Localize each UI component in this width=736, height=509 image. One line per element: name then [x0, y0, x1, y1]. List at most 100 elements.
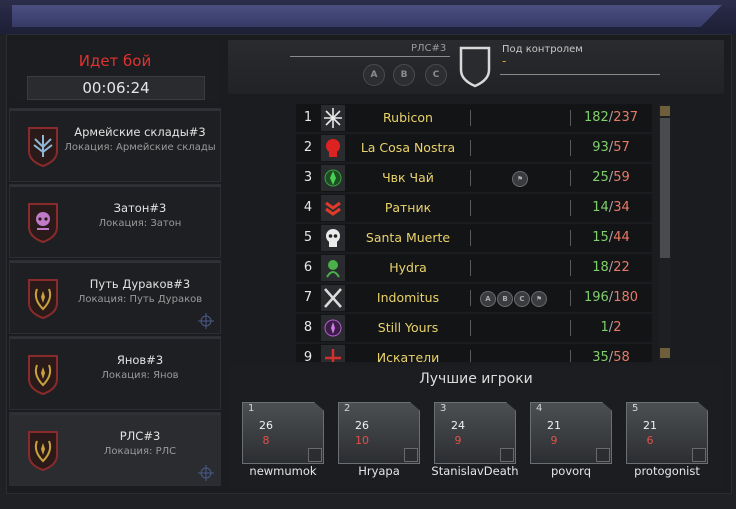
location-item[interactable]: Путь Дураков#3 Локация: Путь Дураков [9, 260, 221, 334]
clan-score: 35/58 [572, 344, 650, 362]
battle-status: Идет бой 00:06:24 [9, 40, 221, 102]
column-divider [470, 260, 471, 276]
clan-deaths: 180 [613, 290, 639, 305]
location-item[interactable]: Армейские склады#3 Локация: Армейские скл… [9, 108, 221, 182]
table-row[interactable]: 9 Искатели 35/58 [296, 344, 652, 362]
player-deaths: 9 [550, 434, 558, 447]
column-divider [470, 320, 471, 336]
table-row[interactable]: 5 Santa Muerte 15/44 [296, 224, 652, 254]
location-item[interactable]: Затон#3 Локация: Затон [9, 184, 221, 258]
skull-emblem-icon [26, 201, 60, 244]
laurel-emblem-icon [26, 429, 60, 472]
table-row[interactable]: 3 Чвк Чай ⚑ 25/59 [296, 164, 652, 194]
chevron-badge-icon [500, 448, 514, 462]
clan-rank: 7 [303, 290, 313, 305]
clan-deaths: 44 [613, 230, 630, 245]
flag-icon: ⚑ [512, 171, 528, 187]
clan-kills: 18 [592, 260, 609, 275]
wings-emblem-icon [26, 125, 60, 168]
clan-kills: 196 [583, 290, 609, 305]
clan-deaths: 57 [613, 140, 630, 155]
clan-score: 25/59 [592, 170, 630, 185]
column-divider [570, 200, 571, 216]
player-card[interactable]: 1 26 8 newmumok [242, 402, 324, 482]
skull-red-icon [321, 135, 345, 161]
divider [290, 56, 450, 57]
clan-rank: 2 [303, 140, 313, 155]
clan-rank: 8 [303, 320, 313, 335]
settings-badge-icon [308, 448, 322, 462]
table-row[interactable]: 2 La Cosa Nostra 93/57 [296, 134, 652, 164]
control-status: РЛС#3 Под контролем - A B C [228, 40, 724, 94]
player-card[interactable]: 5 21 6 protogonist [626, 402, 708, 482]
player-name: StanislavDeath [431, 464, 519, 478]
player-card[interactable]: 4 21 9 povorq [530, 402, 612, 482]
divider [500, 74, 660, 75]
crosshair-icon [198, 465, 214, 481]
control-value: - [502, 54, 507, 68]
capture-point-c-icon: C [425, 64, 447, 86]
clan-name: Чвк Чай [382, 170, 434, 185]
location-subtitle: Локация: РЛС [103, 446, 177, 457]
table-row[interactable]: 6 Hydra 18/22 [296, 254, 652, 284]
clan-name: Ратник [384, 200, 432, 215]
column-divider [470, 200, 471, 216]
scroll-thumb[interactable] [660, 118, 670, 258]
column-divider [570, 170, 571, 186]
player-name: povorq [550, 464, 591, 478]
player-card[interactable]: 3 24 9 StanislavDeath [431, 402, 519, 482]
clan-name: Hydra [389, 260, 427, 275]
capture-point-a-icon: A [363, 64, 385, 86]
clan-score: 1/2 [600, 320, 622, 335]
table-scrollbar[interactable] [659, 104, 671, 360]
capture-badge: A [480, 291, 496, 307]
clan-rank: 6 [303, 260, 313, 275]
laurel-emblem-icon [26, 277, 60, 320]
crosshair-icon [198, 313, 214, 329]
player-deaths: 9 [454, 434, 462, 447]
table-row[interactable]: 7 Indomitus A B C ⚑ 196/180 [296, 284, 652, 314]
scroll-up-button[interactable] [660, 106, 670, 116]
column-divider [470, 110, 471, 126]
chevron-badge-icon [404, 448, 418, 462]
column-divider [470, 170, 471, 186]
scroll-down-button[interactable] [660, 348, 670, 358]
chevron-badge-icon [692, 448, 706, 462]
table-row[interactable]: 8 Still Yours 1/2 [296, 314, 652, 344]
table-row[interactable]: 4 Ратник 14/34 [296, 194, 652, 224]
control-label: Под контролем [502, 44, 583, 55]
player-kills: 26 [259, 419, 273, 432]
player-deaths: 10 [355, 434, 369, 447]
clan-rank: 4 [303, 200, 313, 215]
chevron-down-icon [321, 195, 345, 221]
shield-icon [459, 46, 491, 88]
clan-table: 1 Rubicon 182/237 2 La Cosa Nostra 93/57 3 Чвк … [296, 104, 652, 362]
clan-name: Santa Muerte [365, 230, 451, 245]
location-item[interactable]: РЛС#3 Локация: РЛС [9, 412, 221, 486]
clan-score: 14/34 [592, 200, 630, 215]
clan-name: Indomitus [376, 290, 440, 305]
clan-rank: 5 [303, 230, 313, 245]
player-card[interactable]: 2 26 10 Hryapa [338, 402, 420, 482]
location-subtitle: Локация: Янов [101, 370, 179, 381]
clan-deaths: 2 [613, 320, 622, 335]
clan-score: 18/22 [592, 260, 630, 275]
clan-deaths: 59 [613, 170, 630, 185]
clan-score: 196/180 [583, 290, 639, 305]
player-name: Hryapa [358, 464, 400, 478]
clan-score: 182/237 [583, 110, 639, 125]
location-name: Затон#3 [113, 201, 167, 215]
purple-emblem-icon [321, 315, 345, 341]
title-band [12, 5, 722, 27]
table-row[interactable]: 1 Rubicon 182/237 [296, 104, 652, 134]
clan-score: 93/57 [592, 140, 630, 155]
clan-kills: 15 [592, 230, 609, 245]
player-name: protogonist [634, 464, 700, 478]
location-item[interactable]: Янов#3 Локация: Янов [9, 336, 221, 410]
player-rank: 4 [536, 403, 543, 414]
column-divider [570, 260, 571, 276]
hydra-icon [321, 255, 345, 281]
player-deaths: 6 [646, 434, 654, 447]
column-divider [470, 290, 471, 306]
location-subtitle: Локация: Путь Дураков [77, 294, 203, 305]
